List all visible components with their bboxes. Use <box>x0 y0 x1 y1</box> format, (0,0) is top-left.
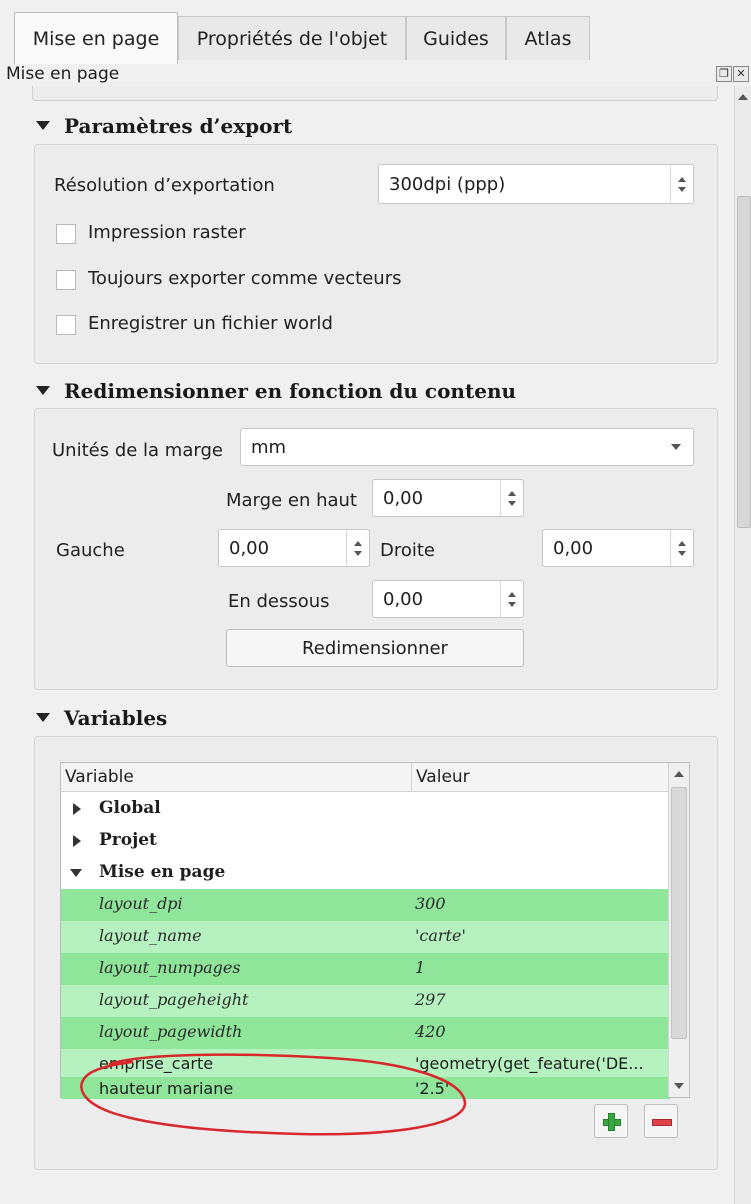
remove-variable-button[interactable] <box>644 1104 678 1138</box>
variables-heading: Variables <box>64 706 168 730</box>
variable-name: layout_name <box>99 926 202 945</box>
resize-button[interactable]: Redimensionner <box>226 629 524 667</box>
bottom-margin-label: En dessous <box>228 591 330 612</box>
collapse-arrow-icon <box>36 713 50 722</box>
spin-arrows-icon[interactable] <box>670 530 693 566</box>
tree-header: Variable Valeur <box>61 763 670 792</box>
raster-label: Impression raster <box>88 222 246 243</box>
group-row-global[interactable]: Global <box>61 793 670 826</box>
units-value: mm <box>251 436 287 458</box>
float-icon[interactable]: ❐ <box>716 66 732 82</box>
group-row-mise-en-page[interactable]: Mise en page <box>61 857 670 890</box>
close-icon[interactable]: ✕ <box>733 66 749 82</box>
variable-value: 1 <box>415 958 426 977</box>
left-margin-spinbox[interactable]: 0,00 <box>218 529 370 567</box>
group-label: Projet <box>99 830 157 850</box>
chevron-down-icon <box>671 444 681 450</box>
variable-value: 420 <box>415 1022 446 1041</box>
right-margin-value: 0,00 <box>553 537 594 559</box>
left-margin-value: 0,00 <box>229 537 270 559</box>
resize-section-header[interactable]: Redimensionner en fonction du contenu <box>36 379 516 403</box>
variable-value: 297 <box>415 990 446 1009</box>
resolution-value: 300dpi (ppp) <box>389 173 506 195</box>
collapsed-group-edge <box>32 86 718 101</box>
right-margin-label: Droite <box>380 540 436 561</box>
collapse-arrow-icon[interactable] <box>70 869 82 877</box>
variable-name: layout_numpages <box>99 958 241 977</box>
variable-name: layout_dpi <box>99 894 183 913</box>
add-variable-button[interactable] <box>594 1104 628 1138</box>
scroll-down-icon[interactable] <box>674 1083 684 1089</box>
top-margin-value: 0,00 <box>383 487 424 509</box>
right-margin-spinbox[interactable]: 0,00 <box>542 529 694 567</box>
spin-arrows-icon[interactable] <box>500 480 523 516</box>
tab-mise-en-page[interactable]: Mise en page <box>14 12 178 64</box>
vector-checkbox[interactable] <box>56 270 76 290</box>
tab-bar: Mise en page Propriétés de l'objet Guide… <box>0 0 751 64</box>
column-variable[interactable]: Variable <box>65 767 134 787</box>
left-margin-label: Gauche <box>56 540 125 561</box>
scroll-thumb[interactable] <box>737 196 751 528</box>
raster-checkbox[interactable] <box>56 224 76 244</box>
export-section-header[interactable]: Paramètres d’export <box>36 114 292 138</box>
units-dropdown[interactable]: mm <box>240 428 694 466</box>
collapse-arrow-icon <box>36 121 50 130</box>
variable-value: 'carte' <box>415 926 466 945</box>
resize-heading: Redimensionner en fonction du contenu <box>64 379 517 403</box>
spin-arrows-icon[interactable] <box>346 530 369 566</box>
scroll-up-icon[interactable] <box>738 94 748 100</box>
top-margin-spinbox[interactable]: 0,00 <box>372 479 524 517</box>
table-row[interactable]: layout_numpages 1 <box>61 953 670 985</box>
table-row[interactable]: layout_dpi 300 <box>61 889 670 921</box>
panel-title: Mise en page <box>6 64 120 84</box>
resolution-label: Résolution d’exportation <box>54 175 275 196</box>
top-margin-label: Marge en haut <box>226 490 357 511</box>
group-label: Global <box>99 798 161 818</box>
table-row[interactable]: layout_pageheight 297 <box>61 985 670 1017</box>
column-valeur[interactable]: Valeur <box>411 763 470 791</box>
bottom-margin-spinbox[interactable]: 0,00 <box>372 580 524 618</box>
bottom-margin-value: 0,00 <box>383 588 424 610</box>
group-row-projet[interactable]: Projet <box>61 825 670 858</box>
minus-icon <box>652 1119 672 1126</box>
variable-name: layout_pagewidth <box>99 1022 243 1041</box>
scroll-thumb[interactable] <box>671 787 687 1039</box>
spin-arrows-icon[interactable] <box>670 165 693 203</box>
annotation-ellipse <box>80 1053 467 1136</box>
table-scrollbar[interactable] <box>668 763 689 1097</box>
expand-arrow-icon[interactable] <box>73 803 81 815</box>
variables-section-header[interactable]: Variables <box>36 706 167 730</box>
panel-scrollbar[interactable] <box>734 86 751 1204</box>
tab-guides[interactable]: Guides <box>406 16 506 60</box>
group-label: Mise en page <box>99 862 226 882</box>
expand-arrow-icon[interactable] <box>73 835 81 847</box>
table-row[interactable]: layout_name 'carte' <box>61 921 670 953</box>
resolution-spinbox[interactable]: 300dpi (ppp) <box>378 164 694 204</box>
vector-label: Toujours exporter comme vecteurs <box>88 268 402 289</box>
world-file-checkbox[interactable] <box>56 315 76 335</box>
world-file-label: Enregistrer un fichier world <box>88 313 333 334</box>
variable-name: layout_pageheight <box>99 990 249 1009</box>
tab-proprietes-objet[interactable]: Propriétés de l'objet <box>178 16 406 60</box>
tab-atlas[interactable]: Atlas <box>506 16 590 60</box>
spin-arrows-icon[interactable] <box>500 581 523 617</box>
collapse-arrow-icon <box>36 386 50 395</box>
plus-icon-stem <box>608 1113 615 1131</box>
export-heading: Paramètres d’export <box>64 114 293 138</box>
scroll-up-icon[interactable] <box>674 771 684 777</box>
units-label: Unités de la marge <box>52 440 223 461</box>
variable-value: 300 <box>415 894 446 913</box>
